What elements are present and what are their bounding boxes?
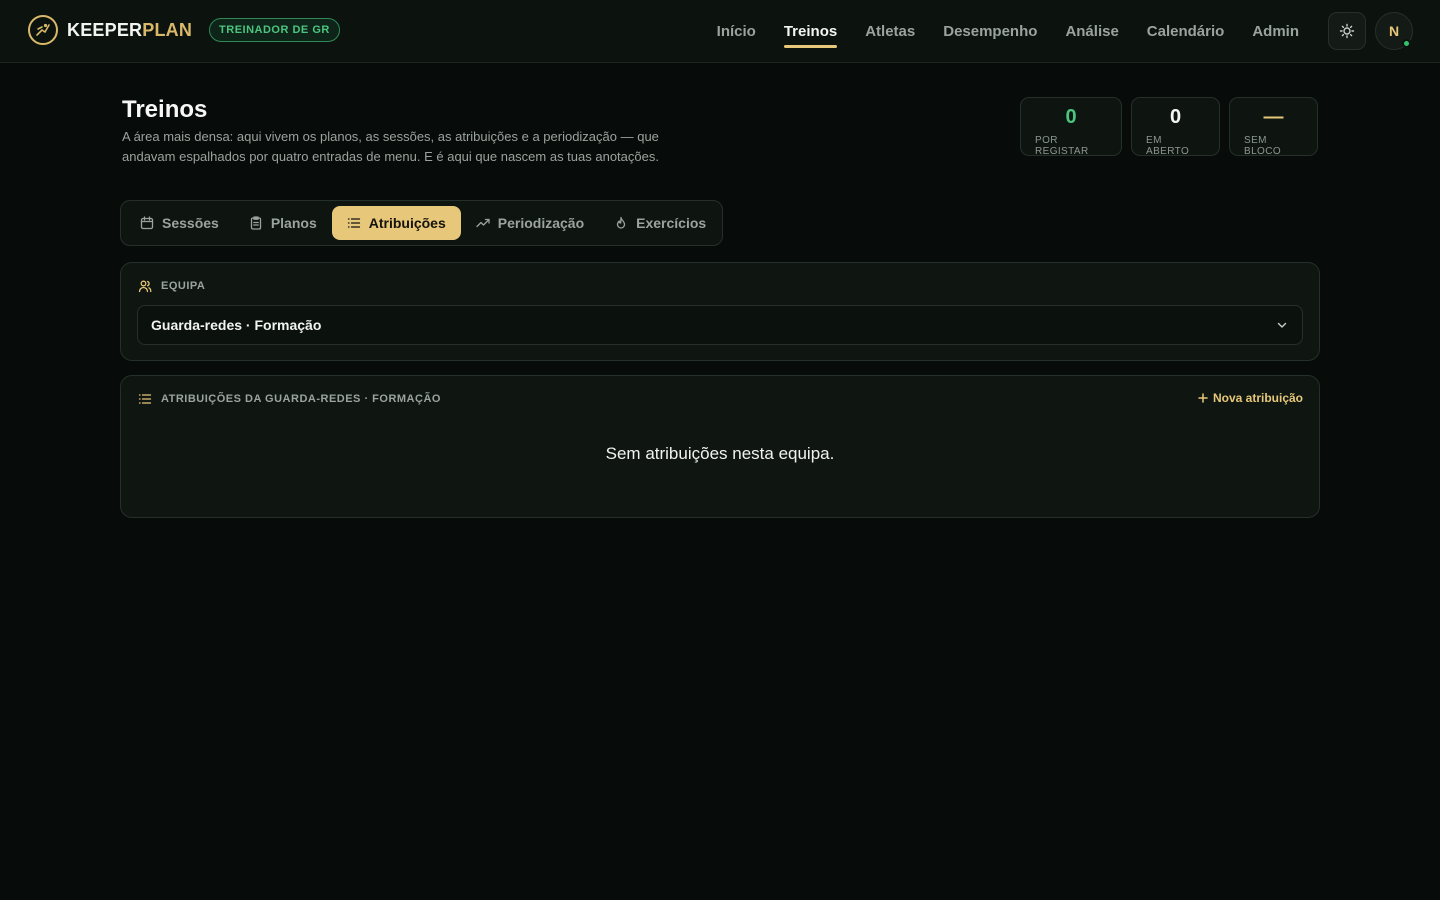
- top-bar: KEEPERPLAN TREINADOR DE GR Início Treino…: [0, 0, 1440, 63]
- nav-item-admin[interactable]: Admin: [1252, 0, 1299, 63]
- users-icon: [138, 280, 152, 293]
- tab-atribuicoes[interactable]: Atribuições: [331, 206, 461, 240]
- nav-item-analise[interactable]: Análise: [1065, 0, 1118, 63]
- calendar-icon: [140, 216, 154, 230]
- section-tabs: Sessões Planos Atribuições Periodização …: [120, 200, 723, 246]
- stat-value: 0: [1169, 106, 1182, 128]
- stat-label: POR REGISTAR: [1035, 135, 1089, 157]
- assignments-heading-label: ATRIBUIÇÕES DA GUARDA-REDES · FORMAÇÃO: [161, 393, 441, 405]
- tab-label: Atribuições: [368, 215, 446, 231]
- page-description: A área mais densa: aqui vivem os planos,…: [122, 129, 659, 164]
- empty-state-message: Sem atribuições nesta equipa.: [605, 444, 835, 463]
- flame-icon: [616, 216, 626, 229]
- brand-name-part1: KEEPER: [67, 19, 143, 40]
- team-heading-label: EQUIPA: [161, 280, 206, 292]
- team-select-value: Guarda-redes · Formação: [151, 317, 322, 333]
- tab-exercicios[interactable]: Exercícios: [599, 206, 721, 240]
- nav-item-inicio[interactable]: Início: [717, 0, 756, 63]
- plus-icon: [1198, 393, 1208, 403]
- team-card: EQUIPA Guarda-redes · Formação: [120, 262, 1320, 361]
- chevron-down-icon: [1277, 322, 1287, 328]
- new-assignment-label: Nova atribuição: [1212, 391, 1303, 405]
- clipboard-icon: [250, 216, 261, 230]
- avatar-initial: N: [1388, 23, 1400, 39]
- tab-periodizacao[interactable]: Periodização: [461, 206, 599, 240]
- tab-sessoes[interactable]: Sessões: [125, 206, 234, 240]
- page-title: Treinos: [122, 96, 208, 123]
- stat-value: 0: [1065, 106, 1077, 128]
- nav-item-calendario[interactable]: Calendário: [1147, 0, 1225, 63]
- brand-name: KEEPERPLAN: [67, 20, 192, 41]
- theme-toggle-button[interactable]: [1328, 12, 1366, 50]
- tab-label: Periodização: [497, 215, 585, 231]
- assignments-card: ATRIBUIÇÕES DA GUARDA-REDES · FORMAÇÃO N…: [120, 375, 1320, 518]
- online-status-dot: [1402, 39, 1411, 48]
- stat-sem-bloco: — SEM BLOCO: [1229, 97, 1318, 157]
- nav-item-desempenho[interactable]: Desempenho: [943, 0, 1037, 63]
- team-select[interactable]: Guarda-redes · Formação: [137, 305, 1303, 345]
- tab-label: Sessões: [162, 215, 219, 231]
- user-avatar[interactable]: N: [1375, 12, 1413, 50]
- nav-item-treinos[interactable]: Treinos: [783, 0, 838, 63]
- list-icon: [138, 394, 152, 404]
- tab-planos[interactable]: Planos: [234, 206, 332, 240]
- keeper-logo-icon: [28, 15, 58, 45]
- tab-label: Exercícios: [636, 215, 707, 231]
- main-nav: Início Treinos Atletas Desempenho Anális…: [689, 0, 1299, 63]
- role-badge: TREINADOR DE GR: [209, 18, 340, 42]
- nav-item-atletas[interactable]: Atletas: [865, 0, 915, 63]
- sun-icon: [1339, 23, 1355, 39]
- stat-label: SEM BLOCO: [1244, 135, 1282, 157]
- stat-em-aberto: 0 EM ABERTO: [1131, 97, 1220, 157]
- team-heading: EQUIPA: [138, 279, 205, 293]
- stat-por-registar: 0 POR REGISTAR: [1020, 97, 1122, 157]
- new-assignment-button[interactable]: Nova atribuição: [1197, 391, 1303, 405]
- trending-up-icon: [476, 218, 490, 228]
- stat-label: EM ABERTO: [1146, 135, 1190, 157]
- stat-value: —: [1263, 106, 1284, 128]
- brand-name-part2: PLAN: [142, 19, 193, 40]
- list-icon: [347, 218, 360, 228]
- stats-group: 0 POR REGISTAR 0 EM ABERTO — SEM BLOCO: [1020, 97, 1318, 157]
- tab-label: Planos: [270, 215, 317, 231]
- assignments-heading: ATRIBUIÇÕES DA GUARDA-REDES · FORMAÇÃO: [138, 392, 441, 406]
- brand[interactable]: KEEPERPLAN TREINADOR DE GR: [28, 15, 340, 45]
